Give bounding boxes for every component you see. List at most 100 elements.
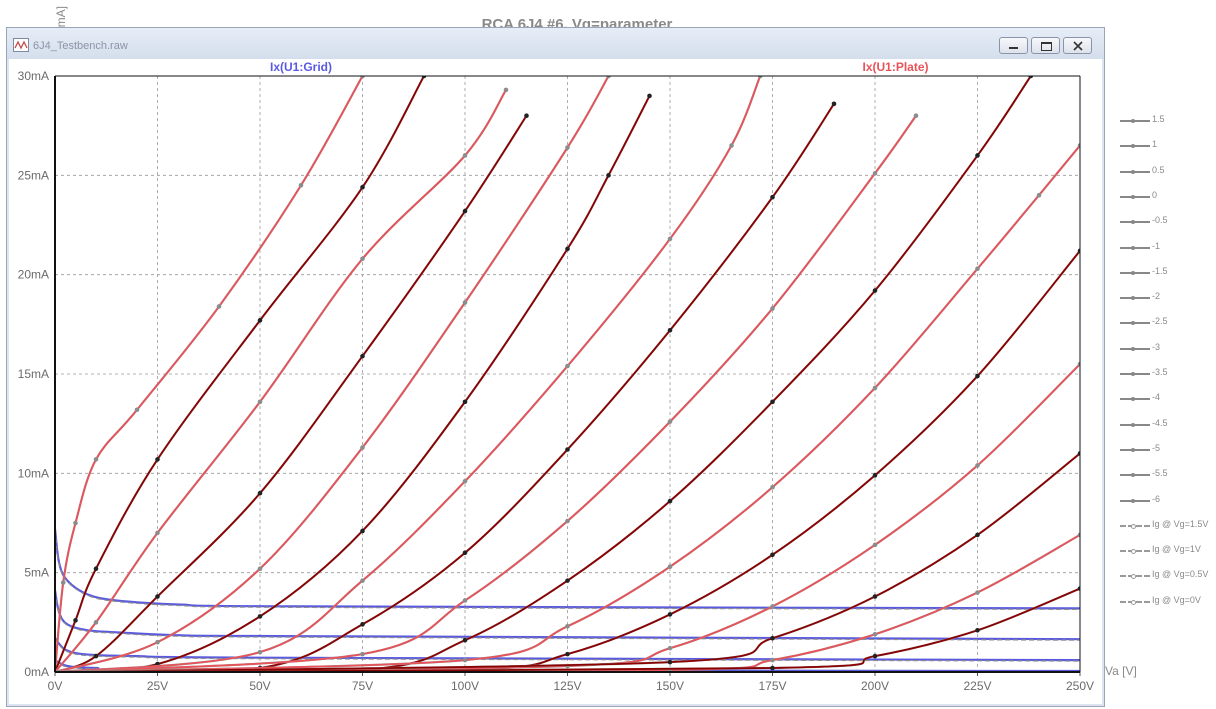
x-tick-label: 150V [656, 679, 684, 693]
legend-line [1120, 195, 1150, 198]
legend-label: -6 [1152, 493, 1161, 504]
y-tick-label: 25mA [18, 168, 49, 182]
data-point [257, 318, 263, 323]
data-point [360, 622, 365, 627]
data-point [770, 665, 775, 671]
measured-plate-curve [55, 76, 1032, 672]
data-point [257, 614, 263, 619]
legend-marker [1131, 599, 1136, 605]
legend-marker [1131, 422, 1135, 427]
chart-svg[interactable]: 0V 25V 50V 75V 100V 125V 150V 175V 200V 225V 250V 0… [0, 0, 1216, 709]
legend-label: -4.5 [1152, 417, 1168, 428]
legend-marker [1131, 220, 1135, 225]
data-point [872, 288, 878, 293]
legend-marker [1131, 119, 1135, 123]
legend-label: Ig @ Vg=1V [1152, 544, 1201, 555]
y-tick-label: 5mA [24, 566, 49, 580]
legend-marker [1131, 296, 1135, 301]
legend-marker [1131, 144, 1135, 149]
data-point [770, 306, 775, 311]
y-tick-label: 20mA [18, 268, 49, 282]
data-point [462, 153, 468, 158]
legend-label: Ig @ Vg=0V [1152, 594, 1201, 605]
plate-current-curve [55, 76, 364, 672]
data-point [257, 399, 263, 405]
legend-line [1120, 448, 1150, 451]
plate-current-curve [55, 76, 1032, 672]
data-point [975, 627, 980, 633]
data-point [216, 304, 222, 309]
plate-current-curve [55, 103, 835, 672]
legend-line [1120, 423, 1150, 426]
data-point [667, 612, 673, 617]
legend-label: 1 [1152, 139, 1158, 150]
data-point [257, 649, 263, 655]
legend-line [1120, 347, 1150, 350]
x-tick-label: 75V [352, 679, 373, 693]
data-point [462, 208, 468, 214]
data-point [257, 490, 263, 496]
trace-label[interactable]: Ix(U1:Plate) [862, 60, 928, 74]
data-point [667, 659, 673, 665]
data-point [975, 153, 980, 158]
x-tick-label: 250V [1066, 679, 1094, 693]
data-point [975, 373, 980, 379]
data-point [503, 87, 509, 93]
data-point [462, 300, 468, 305]
trace-label[interactable]: Ix(U1:Grid) [270, 60, 332, 74]
legend: 1.5 1 0.5 0 -0.5 -1 -1.5 -2 -2.5 -3 -3.5 -4 -4.5 -5 -5… [1118, 114, 1216, 614]
data-point [667, 645, 673, 651]
measured-plate-curve [55, 115, 917, 672]
legend-marker [1131, 321, 1135, 326]
legend-label: -2 [1152, 291, 1161, 302]
plate-series-9 [55, 76, 1034, 672]
data-point [565, 624, 570, 629]
plate-series-1 [55, 76, 427, 672]
legend-label: -1 [1152, 240, 1161, 251]
legend-line [1120, 373, 1150, 375]
data-point [155, 457, 160, 462]
data-point [73, 618, 78, 623]
data-point [360, 445, 365, 450]
legend-label: -5 [1152, 442, 1161, 453]
data-point [1036, 192, 1042, 198]
legend-line [1120, 297, 1150, 300]
plate-series-14 [55, 532, 1080, 672]
data-point [872, 171, 878, 176]
data-point [360, 578, 365, 583]
y-tick-label: 0mA [24, 665, 49, 679]
data-point [155, 639, 160, 645]
plate-current-curve [55, 89, 507, 672]
data-point [93, 653, 99, 659]
data-point [360, 651, 365, 657]
plate-current-curve [55, 534, 1080, 672]
measured-plate-curve [55, 76, 364, 672]
legend-label: 1.5 [1152, 114, 1165, 124]
curves [55, 76, 1080, 672]
data-point [831, 101, 837, 107]
legend-line [1120, 221, 1150, 224]
legend-label: -0.5 [1152, 215, 1168, 226]
data-point [73, 520, 78, 526]
data-point [565, 578, 570, 583]
legend-marker [1131, 447, 1135, 452]
data-point [93, 457, 99, 462]
x-tick-label: 50V [249, 679, 270, 693]
plate-current-curve [55, 76, 762, 672]
x-tick-label: 225V [963, 679, 991, 693]
plate-current-curve [55, 115, 917, 672]
data-point [770, 604, 775, 609]
data-point [565, 447, 570, 452]
legend-line [1120, 499, 1150, 502]
data-point [667, 236, 673, 242]
data-point [667, 419, 673, 424]
legend-label: 0.5 [1152, 164, 1165, 175]
legend-label: -3.5 [1152, 367, 1168, 377]
data-point [462, 478, 468, 484]
y-tick-label: 15mA [18, 367, 49, 381]
legend-marker [1131, 574, 1136, 580]
data-point [872, 594, 878, 599]
data-point [770, 635, 775, 641]
plate-current-curve [55, 115, 528, 672]
plate-series-8 [55, 113, 919, 672]
